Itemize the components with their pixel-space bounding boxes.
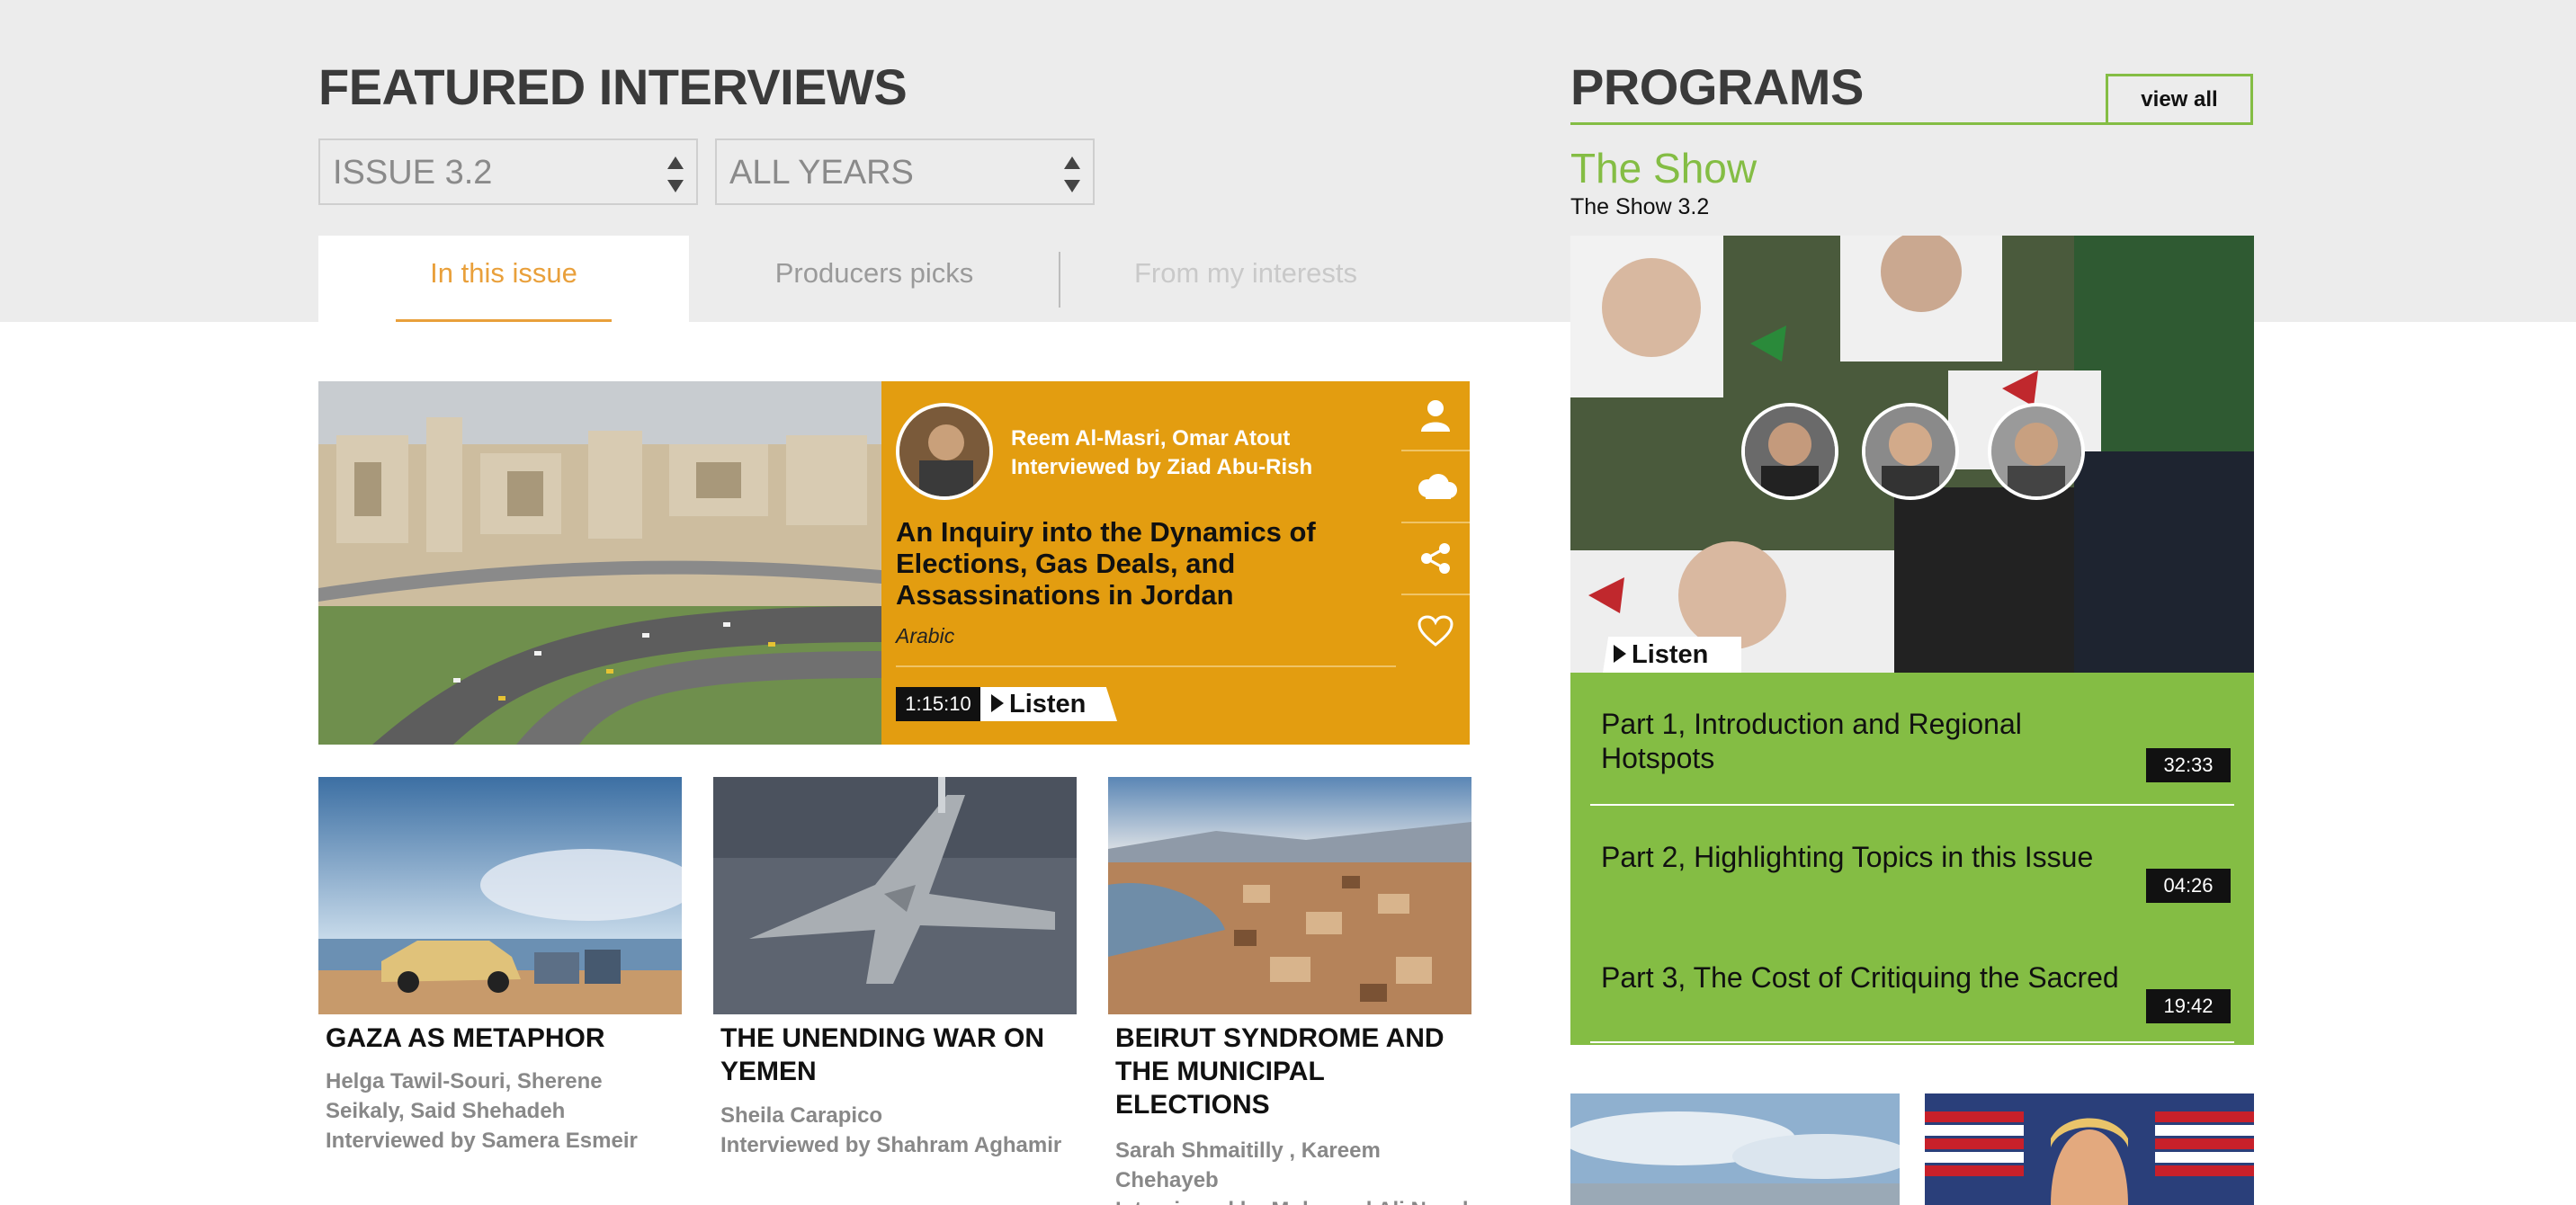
show-title[interactable]: The Show <box>1570 144 1757 192</box>
episode-item[interactable]: Part 1, Introduction and Regional Hotspo… <box>1570 673 2254 806</box>
heart-icon <box>1418 615 1453 647</box>
card-authors: Helga Tawil-Souri, Sherene Seikaly, Said… <box>326 1069 603 1123</box>
episode-item[interactable]: Part 3, The Cost of Critiquing the Sacre… <box>1570 924 2254 1043</box>
episode-title: Part 2, Highlighting Topics in this Issu… <box>1601 841 2094 873</box>
episode-duration: 04:26 <box>2146 869 2231 903</box>
year-select[interactable]: ALL YEARS <box>715 138 1095 205</box>
interviewee-avatar <box>896 403 993 500</box>
host-avatar <box>1862 403 1959 500</box>
featured-duration: 1:15:10 <box>896 687 980 721</box>
card-interviewer: Interviewed by Samera Esmeir <box>326 1129 638 1153</box>
card-authors: Sheila Carapico <box>720 1103 883 1128</box>
episode-title: Part 1, Introduction and Regional Hotspo… <box>1601 708 2022 774</box>
program-thumb-flags[interactable] <box>1925 1093 2254 1205</box>
card-title[interactable]: BEIRUT SYNDROME AND THE MUNICIPAL ELECTI… <box>1115 1022 1475 1121</box>
episode-title: Part 3, The Cost of Critiquing the Sacre… <box>1601 961 2119 994</box>
yemen-photo[interactable] <box>713 777 1077 1014</box>
play-icon <box>1614 645 1626 663</box>
listen-label: Listen <box>1009 690 1087 719</box>
listen-label: Listen <box>1632 640 1709 669</box>
card-meta: Sheila Carapico Interviewed by Shahram A… <box>720 1101 1080 1160</box>
card-meta: Sarah Shmaitilly , Kareem Chehayeb Inter… <box>1115 1136 1484 1205</box>
card-interviewer: Interviewed by Mohamad Ali Nayel <box>1115 1195 1484 1205</box>
tab-label: Producers picks <box>774 257 974 289</box>
cloud-icon <box>1418 474 1457 499</box>
highway-photo <box>318 381 881 745</box>
issue-select[interactable]: ISSUE 3.2 <box>318 138 698 205</box>
year-select-value: ALL YEARS <box>729 154 914 192</box>
episode-divider <box>1590 1041 2234 1043</box>
favorite-button[interactable] <box>1401 595 1470 667</box>
select-arrows-icon <box>667 156 684 192</box>
episode-item[interactable]: Part 2, Highlighting Topics in this Issu… <box>1570 806 2254 924</box>
programs-underline <box>1570 122 2106 125</box>
view-all-button[interactable]: view all <box>2106 74 2253 125</box>
show-subtitle: The Show 3.2 <box>1570 194 1710 219</box>
show-listen-button[interactable]: Listen <box>1603 637 1741 673</box>
active-tab-indicator <box>396 319 612 322</box>
tab-label: From my interests <box>1133 257 1358 289</box>
host-avatar <box>1988 403 2085 500</box>
episode-duration: 32:33 <box>2146 748 2231 782</box>
tab-producers-picks[interactable]: Producers picks <box>689 236 1060 322</box>
episode-duration: 19:42 <box>2146 989 2231 1023</box>
share-icon <box>1421 543 1450 574</box>
gaza-photo[interactable] <box>318 777 682 1014</box>
featured-authors-block: Reem Al-Masri, Omar Atout Interviewed by… <box>1011 424 1312 482</box>
program-thumb-sky[interactable] <box>1570 1093 1900 1205</box>
user-icon <box>1421 400 1450 432</box>
select-arrows-icon <box>1064 156 1080 192</box>
featured-heading: FEATURED INTERVIEWS <box>318 58 908 115</box>
featured-title[interactable]: An Inquiry into the Dynamics of Election… <box>896 516 1346 611</box>
tab-from-my-interests[interactable]: From my interests <box>1060 236 1431 322</box>
featured-authors: Reem Al-Masri, Omar Atout <box>1011 426 1291 451</box>
show-photo[interactable]: Listen <box>1570 236 2254 673</box>
user-button[interactable] <box>1401 381 1470 451</box>
featured-listen-button[interactable]: Listen <box>980 687 1117 721</box>
cloud-button[interactable] <box>1401 451 1470 523</box>
card-meta: Helga Tawil-Souri, Sherene Seikaly, Said… <box>326 1067 685 1156</box>
card-title[interactable]: THE UNENDING WAR ON YEMEN <box>720 1022 1080 1088</box>
programs-heading: PROGRAMS <box>1570 58 1864 115</box>
episode-list: Part 1, Introduction and Regional Hotspo… <box>1570 673 2254 1045</box>
featured-divider <box>896 665 1396 667</box>
featured-interview-card[interactable]: Reem Al-Masri, Omar Atout Interviewed by… <box>318 381 1470 745</box>
featured-interviewer: Interviewed by Ziad Abu-Rish <box>1011 455 1313 479</box>
play-icon <box>991 694 1004 712</box>
share-button[interactable] <box>1401 523 1470 595</box>
card-title[interactable]: GAZA AS METAPHOR <box>326 1022 676 1055</box>
featured-language: Arabic <box>896 624 955 647</box>
card-authors: Sarah Shmaitilly , Kareem Chehayeb <box>1115 1138 1381 1192</box>
tab-label: In this issue <box>430 257 577 289</box>
host-avatar <box>1741 403 1838 500</box>
tab-in-this-issue[interactable]: In this issue <box>318 236 689 322</box>
issue-select-value: ISSUE 3.2 <box>333 154 493 192</box>
card-interviewer: Interviewed by Shahram Aghamir <box>720 1133 1062 1157</box>
beirut-photo[interactable] <box>1108 777 1471 1014</box>
